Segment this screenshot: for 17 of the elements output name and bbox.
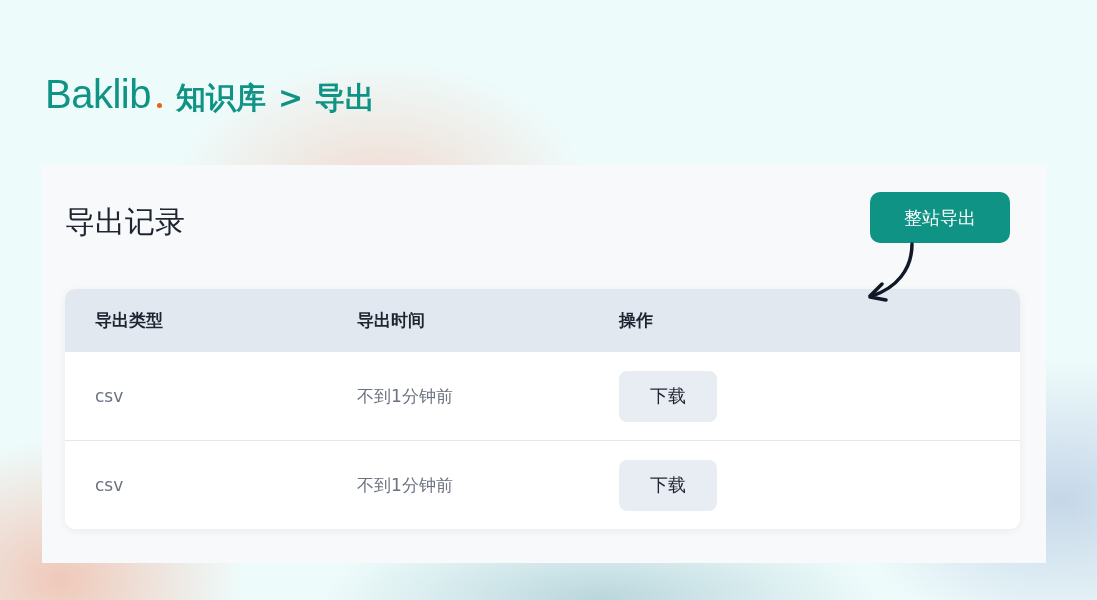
column-header: 导出类型 bbox=[95, 309, 164, 332]
curved-arrow-icon bbox=[866, 240, 916, 302]
dot-icon bbox=[156, 103, 162, 108]
column-header: 导出时间 bbox=[357, 309, 426, 332]
breadcrumb-item: 导出 bbox=[315, 79, 376, 117]
column-header: 操作 bbox=[619, 309, 654, 332]
table-cell-text: 不到1分钟前 bbox=[357, 473, 454, 497]
table-cell-text: csv bbox=[95, 475, 125, 495]
breadcrumb-item: 知识库 bbox=[175, 79, 266, 117]
table-cell-text: 不到1分钟前 bbox=[357, 384, 454, 408]
download-button[interactable]: 下载 bbox=[619, 459, 717, 511]
panel-title: 导出记录 bbox=[65, 203, 185, 241]
export-site-button[interactable]: 整站导出 bbox=[870, 192, 1010, 243]
table-cell-text: csv bbox=[95, 386, 125, 406]
breadcrumb-item: > bbox=[277, 80, 304, 115]
download-button[interactable]: 下载 bbox=[619, 370, 717, 422]
brand-logo: Baklib bbox=[45, 72, 151, 117]
